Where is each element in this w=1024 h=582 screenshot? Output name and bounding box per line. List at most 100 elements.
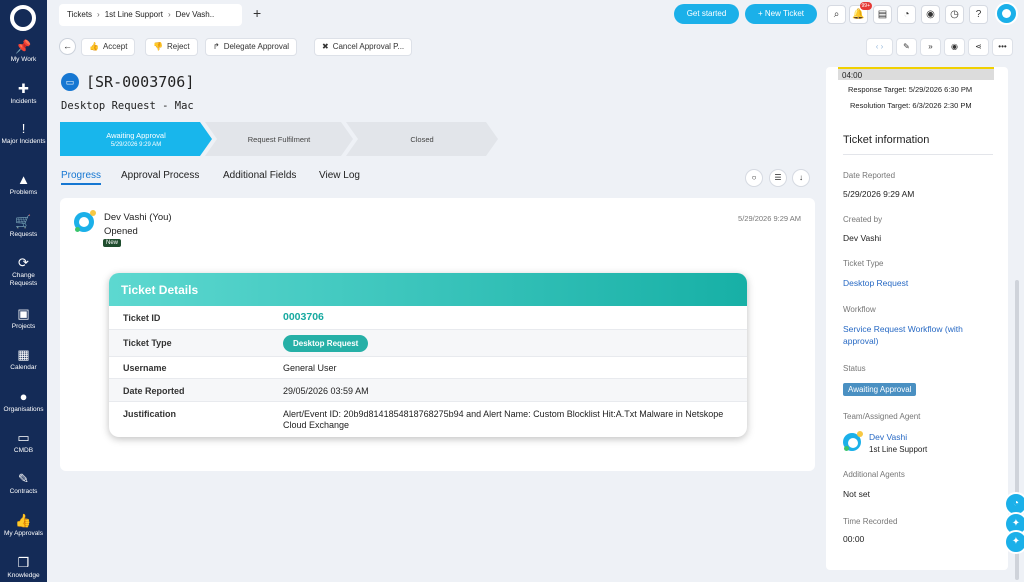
ticket-id-link[interactable]: 0003706	[283, 312, 733, 323]
nav-problems[interactable]: ▲ Problems	[0, 173, 47, 197]
search-icon[interactable]: ⌕	[827, 5, 846, 24]
ticket-type-pill: Desktop Request	[283, 335, 369, 352]
filter-icon[interactable]: ☰	[769, 169, 787, 187]
nav-knowledge[interactable]: ❒ Knowledge	[0, 556, 47, 580]
status-badge[interactable]: Awaiting Approval	[843, 383, 917, 396]
help-icon[interactable]: ?	[969, 5, 988, 24]
nav-contracts[interactable]: ✎ Contracts	[0, 472, 47, 496]
stage-awaiting-approval[interactable]: Awaiting Approval 5/29/2026 9:29 AM	[60, 122, 212, 156]
share-arrow-icon: ↱	[213, 42, 220, 51]
new-ticket-button[interactable]: + New Ticket	[745, 4, 817, 24]
workflow-link[interactable]: Service Request Workflow (with approval)	[843, 323, 993, 347]
nav-my-approvals[interactable]: 👍 My Approvals	[0, 514, 47, 538]
user-avatar	[74, 210, 96, 232]
prev-next-arrows[interactable]: ‹ ›	[866, 38, 893, 56]
eye-icon[interactable]: ◉	[944, 38, 965, 56]
nav-requests[interactable]: 🛒 Requests	[0, 215, 47, 239]
download-icon[interactable]: ↓	[792, 169, 810, 187]
agent-name-link[interactable]: Dev Vashi	[869, 432, 907, 442]
warning-icon: ▲	[17, 172, 30, 187]
tab-view-log[interactable]: View Log	[319, 170, 360, 181]
clipboard-icon[interactable]: ▤	[873, 5, 892, 24]
tab-additional-fields[interactable]: Additional Fields	[223, 170, 296, 181]
add-tab-button[interactable]: +	[253, 5, 261, 21]
monitor-icon: ▭	[17, 430, 30, 445]
nav-label: Contracts	[9, 488, 38, 495]
activity-time: 5/29/2026 9:29 AM	[738, 214, 801, 223]
rss-icon[interactable]: ◉	[921, 5, 940, 24]
nav-change-requests[interactable]: ⟳ Change Requests	[0, 256, 47, 288]
ai-sparkle-icon[interactable]: ✦	[1004, 530, 1024, 554]
response-target: Response Target: 5/29/2026 6:30 PM	[848, 85, 973, 94]
breadcrumb-team[interactable]: 1st Line Support	[105, 10, 163, 19]
briefcase-icon: ▣	[17, 306, 30, 321]
nav-label: Problems	[9, 189, 38, 196]
table-row: Username General User	[109, 357, 747, 379]
additional-agents-label: Additional Agents	[843, 470, 905, 479]
action-bar: ← 👍 Accept 👎 Reject ↱ Delegate Approval ✖ Ca…	[47, 29, 1024, 63]
stage-label: Awaiting Approval	[106, 130, 166, 140]
stage-closed[interactable]: Closed	[346, 122, 498, 156]
sla-timer: 04:00	[838, 67, 994, 80]
edit-icon[interactable]: ✎	[896, 38, 917, 56]
activity-action: Opened	[104, 226, 138, 237]
dashboard-icon[interactable]: ◔	[897, 5, 916, 24]
nav-label: My Approvals	[3, 530, 44, 537]
nav-label: CMDB	[13, 447, 34, 454]
share-icon[interactable]: ⋖	[968, 38, 989, 56]
accept-label: Accept	[102, 42, 128, 51]
back-arrow-icon[interactable]: ←	[59, 38, 76, 55]
comment-icon[interactable]: ○	[745, 169, 763, 187]
ticket-info-panel: 04:00 Response Target: 5/29/2026 6:30 PM…	[826, 67, 1008, 570]
team-label: Team/Assigned Agent	[843, 412, 921, 421]
nav-projects[interactable]: ▣ Projects	[0, 307, 47, 331]
ticket-subtitle: Desktop Request - Mac	[61, 100, 194, 112]
close-icon: ✖	[322, 42, 329, 51]
nav-calendar[interactable]: ▦ Calendar	[0, 348, 47, 372]
nav-label: Calendar	[10, 364, 37, 371]
nav-incidents[interactable]: ✚ Incidents	[0, 82, 47, 106]
breadcrumb-tickets[interactable]: Tickets	[67, 10, 92, 19]
delegate-approval-button[interactable]: ↱ Delegate Approval	[205, 38, 298, 56]
row-label: Date Reported	[123, 386, 185, 396]
notification-badge: 99+	[859, 2, 872, 10]
more-icon[interactable]: •••	[992, 38, 1013, 56]
nav-my-work[interactable]: 📌 My Work	[0, 40, 47, 64]
tab-approval-process[interactable]: Approval Process	[121, 170, 199, 181]
table-row: Ticket ID 0003706	[109, 306, 747, 330]
ticket-type-link[interactable]: Desktop Request	[843, 277, 993, 289]
accept-button[interactable]: 👍 Accept	[81, 38, 136, 56]
time-recorded-value: 00:00	[843, 534, 865, 544]
nav-label: My Work	[10, 56, 37, 63]
cancel-approval-button[interactable]: ✖ Cancel Approval P...	[314, 38, 413, 56]
tab-progress[interactable]: Progress	[61, 170, 102, 185]
nav-major-incidents[interactable]: ! Major Incidents	[0, 122, 47, 146]
get-started-button[interactable]: Get started	[674, 4, 739, 24]
breadcrumb-current[interactable]: Dev Vash..	[176, 10, 215, 19]
nav-label: Requests	[9, 231, 38, 238]
reject-button[interactable]: 👎 Reject	[145, 38, 198, 56]
nav-organisations[interactable]: ● Organisations	[0, 390, 47, 414]
nav-cmdb[interactable]: ▭ CMDB	[0, 431, 47, 455]
clock-icon[interactable]: ◷	[945, 5, 964, 24]
agent-avatar	[843, 431, 863, 451]
person-icon: ●	[19, 389, 28, 404]
row-label: Ticket Type	[123, 338, 172, 348]
created-by-value: Dev Vashi	[843, 233, 882, 243]
ticket-details-title: Ticket Details	[109, 273, 747, 306]
bell-icon[interactable]: 🔔 99+	[849, 2, 872, 24]
activity-user: Dev Vashi (You)	[104, 212, 172, 223]
user-avatar[interactable]	[995, 2, 1018, 25]
row-value: 29/05/2026 03:59 AM	[283, 386, 369, 396]
breadcrumb-tab[interactable]: Tickets › 1st Line Support › Dev Vash..	[59, 4, 242, 26]
nav-label: Incidents	[10, 98, 37, 105]
forward-icon[interactable]: »	[920, 38, 941, 56]
date-reported-value: 5/29/2026 9:29 AM	[843, 189, 915, 199]
pin-icon: 📌	[15, 39, 32, 54]
app-logo[interactable]	[10, 5, 36, 31]
stage-request-fulfilment[interactable]: Request Fulfilment	[205, 122, 353, 156]
row-label: Ticket ID	[123, 313, 161, 323]
top-bar: Tickets › 1st Line Support › Dev Vash.. + Ge…	[47, 0, 1024, 29]
row-label: Justification	[123, 409, 177, 419]
book-icon: ❒	[17, 555, 30, 570]
